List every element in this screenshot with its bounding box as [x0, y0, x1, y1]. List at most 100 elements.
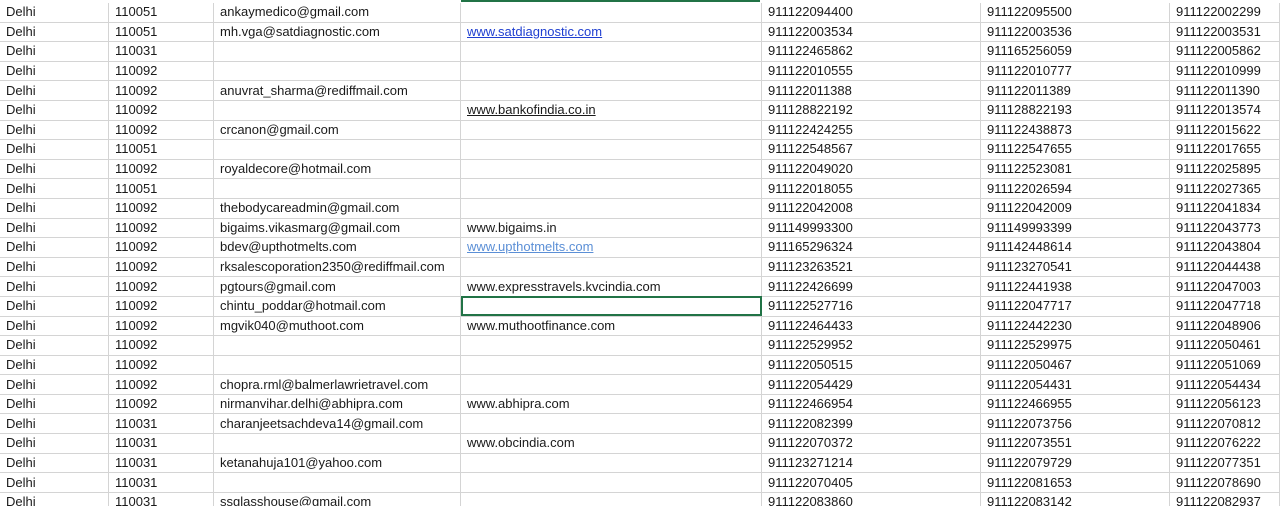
- cell-website[interactable]: [460, 61, 762, 82]
- cell-city[interactable]: Delhi: [0, 22, 109, 43]
- cell-phone-2[interactable]: 911122042009: [980, 198, 1170, 219]
- cell-website[interactable]: [460, 472, 762, 493]
- cell-phone-2[interactable]: 911122010777: [980, 61, 1170, 82]
- cell-phone-3[interactable]: 911122011390: [1169, 80, 1280, 101]
- cell-phone-1[interactable]: 911122003534: [761, 22, 981, 43]
- cell-city[interactable]: Delhi: [0, 3, 109, 23]
- cell-website[interactable]: [460, 80, 762, 101]
- cell-website[interactable]: www.abhipra.com: [460, 394, 762, 415]
- cell-phone-3[interactable]: 911122003531: [1169, 22, 1280, 43]
- cell-website[interactable]: [460, 139, 762, 160]
- cell-pincode[interactable]: 110051: [108, 139, 214, 160]
- cell-pincode[interactable]: 110031: [108, 453, 214, 474]
- cell-email[interactable]: bdev@upthotmelts.com: [213, 237, 461, 258]
- cell-phone-3[interactable]: 911122005862: [1169, 41, 1280, 62]
- cell-email[interactable]: [213, 61, 461, 82]
- cell-pincode[interactable]: 110092: [108, 120, 214, 141]
- cell-email[interactable]: crcanon@gmail.com: [213, 120, 461, 141]
- cell-pincode[interactable]: 110051: [108, 178, 214, 199]
- cell-phone-3[interactable]: 911122002299: [1169, 3, 1280, 23]
- website-text[interactable]: www.satdiagnostic.com: [467, 24, 602, 39]
- cell-city[interactable]: Delhi: [0, 472, 109, 493]
- website-text[interactable]: www.upthotmelts.com: [467, 239, 593, 254]
- cell-email[interactable]: [213, 355, 461, 376]
- cell-pincode[interactable]: 110092: [108, 316, 214, 337]
- cell-phone-1[interactable]: 911122049020: [761, 159, 981, 180]
- cell-phone-1[interactable]: 911149993300: [761, 218, 981, 239]
- cell-phone-2[interactable]: 911122011389: [980, 80, 1170, 101]
- cell-email[interactable]: royaldecore@hotmail.com: [213, 159, 461, 180]
- cell-phone-3[interactable]: 911122017655: [1169, 139, 1280, 160]
- cell-phone-2[interactable]: 911122026594: [980, 178, 1170, 199]
- cell-pincode[interactable]: 110092: [108, 394, 214, 415]
- cell-email[interactable]: ankaymedico@gmail.com: [213, 3, 461, 23]
- cell-phone-3[interactable]: 911122043773: [1169, 218, 1280, 239]
- cell-email[interactable]: anuvrat_sharma@rediffmail.com: [213, 80, 461, 101]
- cell-phone-1[interactable]: 911122529952: [761, 335, 981, 356]
- cell-phone-2[interactable]: 911122003536: [980, 22, 1170, 43]
- cell-website[interactable]: [460, 178, 762, 199]
- cell-phone-2[interactable]: 911122438873: [980, 120, 1170, 141]
- cell-pincode[interactable]: 110092: [108, 100, 214, 121]
- cell-pincode[interactable]: 110031: [108, 41, 214, 62]
- cell-city[interactable]: Delhi: [0, 413, 109, 435]
- cell-website[interactable]: [460, 159, 762, 180]
- cell-phone-1[interactable]: 911122018055: [761, 178, 981, 199]
- cell-city[interactable]: Delhi: [0, 492, 109, 506]
- cell-phone-2[interactable]: 911122081653: [980, 472, 1170, 493]
- cell-email[interactable]: pgtours@gmail.com: [213, 276, 461, 297]
- cell-website[interactable]: [460, 413, 762, 435]
- cell-phone-1[interactable]: 911122465862: [761, 41, 981, 62]
- cell-pincode[interactable]: 110092: [108, 198, 214, 219]
- cell-email[interactable]: [213, 100, 461, 121]
- cell-email[interactable]: mh.vga@satdiagnostic.com: [213, 22, 461, 43]
- cell-phone-1[interactable]: 911122464433: [761, 316, 981, 337]
- cell-pincode[interactable]: 110092: [108, 374, 214, 395]
- cell-phone-1[interactable]: 911128822192: [761, 100, 981, 121]
- cell-email[interactable]: ssglasshouse@gmail.com: [213, 492, 461, 506]
- cell-email[interactable]: rksalescoporation2350@rediffmail.com: [213, 257, 461, 278]
- cell-website[interactable]: [460, 3, 762, 23]
- cell-pincode[interactable]: 110092: [108, 61, 214, 82]
- cell-city[interactable]: Delhi: [0, 120, 109, 141]
- cell-website[interactable]: [460, 198, 762, 219]
- cell-email[interactable]: [213, 139, 461, 160]
- cell-phone-2[interactable]: 911122054431: [980, 374, 1170, 395]
- cell-phone-3[interactable]: 911122047003: [1169, 276, 1280, 297]
- cell-city[interactable]: Delhi: [0, 237, 109, 258]
- cell-email[interactable]: [213, 178, 461, 199]
- cell-phone-3[interactable]: 911122047718: [1169, 296, 1280, 317]
- cell-pincode[interactable]: 110092: [108, 257, 214, 278]
- cell-phone-1[interactable]: 911122094400: [761, 3, 981, 23]
- cell-phone-1[interactable]: 911122082399: [761, 413, 981, 435]
- cell-phone-3[interactable]: 911122056123: [1169, 394, 1280, 415]
- cell-pincode[interactable]: 110092: [108, 355, 214, 376]
- cell-phone-3[interactable]: 911122044438: [1169, 257, 1280, 278]
- cell-website[interactable]: [460, 453, 762, 474]
- cell-website[interactable]: www.bankofindia.co.in: [460, 100, 762, 121]
- cell-pincode[interactable]: 110092: [108, 335, 214, 356]
- cell-phone-2[interactable]: 911128822193: [980, 100, 1170, 121]
- cell-pincode[interactable]: 110031: [108, 492, 214, 506]
- cell-city[interactable]: Delhi: [0, 159, 109, 180]
- cell-phone-2[interactable]: 911122547655: [980, 139, 1170, 160]
- cell-website[interactable]: [460, 257, 762, 278]
- cell-phone-1[interactable]: 911122010555: [761, 61, 981, 82]
- cell-phone-1[interactable]: 911122070405: [761, 472, 981, 493]
- cell-city[interactable]: Delhi: [0, 296, 109, 317]
- cell-phone-3[interactable]: 911122076222: [1169, 433, 1280, 454]
- cell-phone-2[interactable]: 911122529975: [980, 335, 1170, 356]
- cell-email[interactable]: [213, 335, 461, 356]
- cell-website[interactable]: www.expresstravels.kvcindia.com: [460, 276, 762, 297]
- cell-city[interactable]: Delhi: [0, 198, 109, 219]
- cell-phone-1[interactable]: 911122424255: [761, 120, 981, 141]
- cell-phone-3[interactable]: 911122077351: [1169, 453, 1280, 474]
- cell-city[interactable]: Delhi: [0, 453, 109, 474]
- cell-phone-1[interactable]: 911122426699: [761, 276, 981, 297]
- cell-city[interactable]: Delhi: [0, 41, 109, 62]
- cell-email[interactable]: charanjeetsachdeva14@gmail.com: [213, 413, 461, 435]
- cell-website[interactable]: [460, 374, 762, 395]
- cell-phone-3[interactable]: 911122043804: [1169, 237, 1280, 258]
- cell-pincode[interactable]: 110092: [108, 276, 214, 297]
- cell-pincode[interactable]: 110092: [108, 296, 214, 317]
